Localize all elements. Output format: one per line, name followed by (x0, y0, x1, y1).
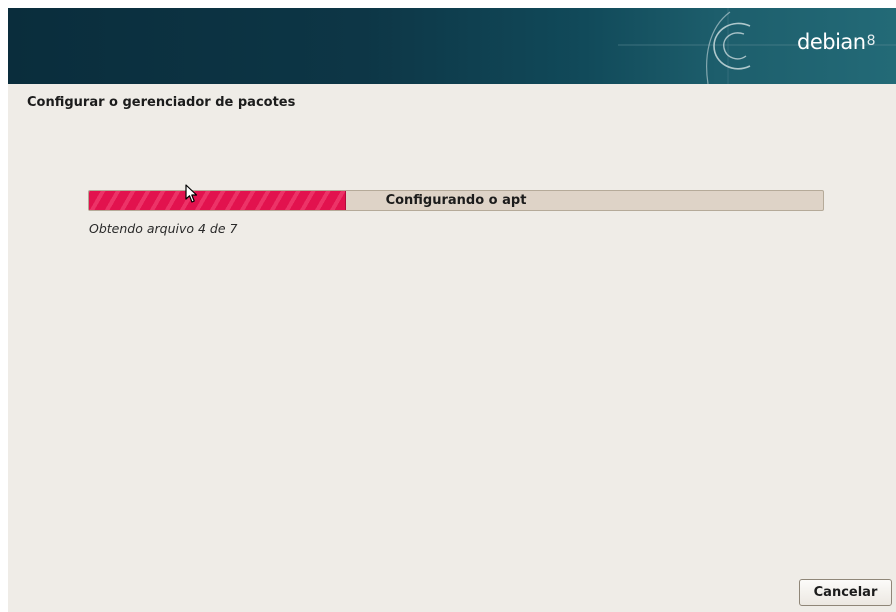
mouse-pointer-icon (185, 184, 198, 203)
debian-logo: debian 8 (796, 30, 876, 54)
header-banner: debian 8 (8, 8, 896, 84)
installer-window: debian 8 Configurar o gerenciador de paco… (8, 8, 896, 612)
logo-version: 8 (866, 33, 876, 49)
logo-wordmark: debian (796, 30, 866, 54)
progress-status-text: Obtendo arquivo 4 de 7 (89, 221, 238, 236)
cancel-button[interactable]: Cancelar (799, 579, 892, 606)
page-title: Configurar o gerenciador de pacotes (27, 95, 296, 110)
progress-bar-label: Configurando o apt (385, 193, 527, 208)
banner-swirl-graphic (618, 8, 896, 84)
installer-screen: debian 8 Configurar o gerenciador de paco… (0, 0, 896, 612)
